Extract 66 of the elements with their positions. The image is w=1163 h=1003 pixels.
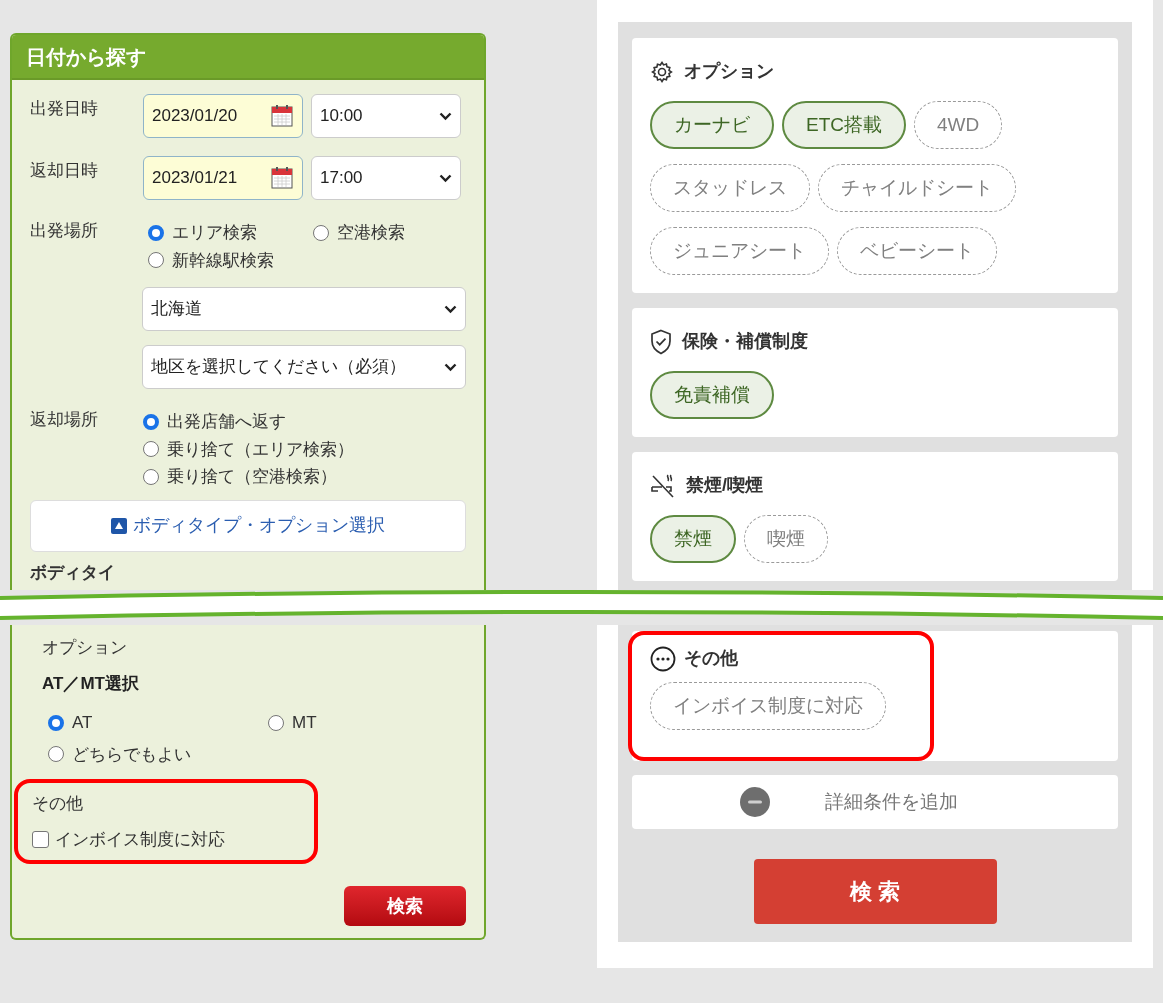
minus-circle-icon [740,787,770,817]
radio-button[interactable] [148,224,164,241]
radio-label: 新幹線駅検索 [172,249,274,272]
search-button[interactable]: 検索 [344,886,466,926]
section-heading: ボディタイ [30,561,116,584]
radio-button[interactable] [268,714,284,731]
no-smoking-icon [650,472,676,499]
option-chip[interactable]: 免責補償 [650,371,774,419]
option-chip[interactable]: 禁煙 [650,515,736,563]
field-label: 出発場所 [30,220,99,242]
radio-button[interactable] [143,413,159,430]
radio-button[interactable] [313,224,329,241]
checkbox[interactable] [32,830,49,848]
radio-button[interactable] [48,746,64,763]
radio-label: 乗り捨て（エリア検索） [167,438,354,461]
option-chip[interactable]: 4WD [914,101,1003,149]
add-conditions-button[interactable]: 詳細条件を追加 [632,775,1118,829]
card-title: 保険・補償制度 [682,330,808,353]
section-heading: その他 [32,793,84,815]
gear-icon [650,59,674,84]
option-chip[interactable]: カーナビ [650,101,774,149]
card-title: オプション [684,60,774,83]
radio-button[interactable] [143,468,159,485]
option-chip[interactable]: ETC搭載 [782,101,906,149]
radio-button[interactable] [148,252,164,269]
chevron-down-icon [439,173,452,183]
chevron-down-icon [444,304,457,314]
option-chip[interactable]: チャイルドシート [818,164,1016,212]
radio-label: 空港検索 [337,222,405,244]
panel-title: 日付から探す [12,35,484,80]
calendar-icon [270,166,294,190]
section-heading: オプション [42,637,128,659]
option-chip[interactable]: スタッドレス [650,164,810,212]
radio-label: 出発店舗へ返す [167,411,286,433]
more-icon [650,645,676,672]
calendar-icon [270,104,294,128]
radio-label: 乗り捨て（空港検索） [167,466,337,488]
radio-label: エリア検索 [172,222,257,244]
option-chip[interactable]: ベビーシート [837,227,997,275]
body-type-option-toggle[interactable]: ボディタイプ・オプション選択 [30,499,466,552]
radio-label: どちらでもよい [72,743,191,766]
chevron-down-icon [444,362,457,372]
radio-label: MT [292,712,317,734]
chevron-down-icon [439,111,452,121]
radio-button[interactable] [48,714,64,731]
radio-button[interactable] [143,441,159,458]
search-button[interactable]: 検 索 [753,859,997,924]
radio-label: AT [72,712,93,734]
date-field[interactable]: 2023/01/21 [143,156,303,200]
time-select[interactable]: 17:00 [311,156,461,200]
section-heading: AT／MT選択 [42,672,140,695]
shield-check-icon [650,328,672,355]
region-select[interactable]: 北海道 [142,287,466,331]
option-chip[interactable]: 喫煙 [744,515,828,563]
triangle-up-icon [111,517,127,534]
time-select[interactable]: 10:00 [311,94,461,138]
field-label: 返却場所 [30,409,99,431]
field-label: 返却日時 [30,160,99,182]
card-title: 禁煙/喫煙 [686,474,763,497]
checkbox-label: インボイス制度に対応 [55,828,225,851]
option-chip[interactable]: インボイス制度に対応 [650,682,886,730]
field-label: 出発日時 [30,98,99,120]
card-title: その他 [684,647,738,670]
date-field[interactable]: 2023/01/20 [143,94,303,138]
option-chip[interactable]: ジュニアシート [650,227,829,275]
region-select[interactable]: 地区を選択してください（必須） [142,345,466,389]
